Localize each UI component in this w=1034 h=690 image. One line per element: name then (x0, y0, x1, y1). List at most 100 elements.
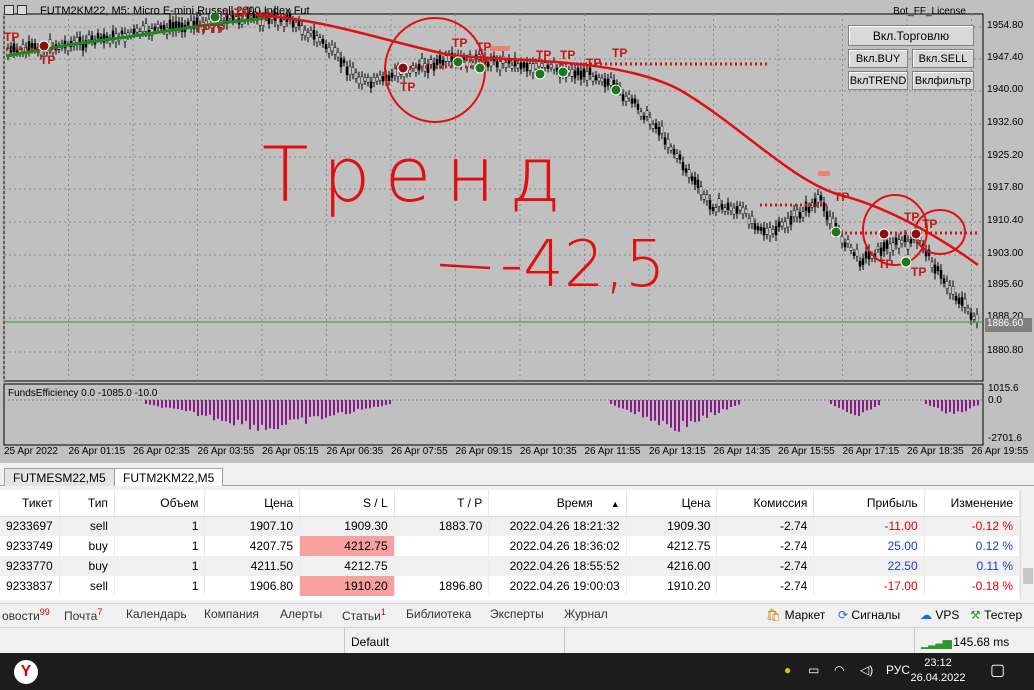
toolbox-tab[interactable]: Журнал (564, 607, 608, 621)
indicator-bar (866, 400, 868, 411)
candle-body (657, 126, 661, 136)
indicator-bar (245, 400, 247, 421)
candle-body (690, 176, 694, 181)
filter-toggle-button[interactable]: Вклфильтр (912, 71, 974, 90)
cell-sl: 4212.75 (299, 556, 395, 576)
chart-tab-futmesm22[interactable]: FUTMESM22,M5 (4, 468, 115, 486)
tray-app-icon[interactable]: ● (784, 663, 791, 677)
col-type[interactable]: Тип (59, 490, 115, 517)
cell-volume: 1 (114, 516, 206, 536)
tab-badge: 99 (39, 607, 50, 617)
candle-body (303, 29, 307, 36)
scrollbar-thumb[interactable] (1023, 568, 1033, 584)
os-taskbar: Y ● ▭ ◠ ◁) РУС 23:12 26.04.2022 ▢ (0, 653, 1034, 690)
volume-icon[interactable]: ◁) (860, 663, 873, 677)
toolbox-tab[interactable]: Библиотека (406, 607, 471, 621)
toolbox-tab[interactable]: Эксперты (490, 607, 544, 621)
candle-body (345, 66, 349, 76)
vps-tab[interactable]: ☁ VPS (920, 608, 959, 622)
table-row[interactable]: 9233837 sell 1 1906.80 1910.20 1896.80 2022.04… (0, 576, 1021, 596)
indicator-bar (149, 400, 151, 405)
toolbox-tab[interactable]: овости99 (2, 607, 50, 623)
toolbox-tab[interactable]: Календарь (126, 607, 187, 621)
network-icon[interactable]: ◠ (834, 663, 844, 677)
buy-toggle-button[interactable]: Вкл.BUY (848, 49, 908, 68)
indicator-bar (862, 400, 864, 413)
battery-icon[interactable]: ▭ (808, 663, 819, 677)
table-header-row: Тикет Тип Объем Цена S / L T / P Время ▲ … (0, 490, 1021, 517)
toolbox-tab[interactable]: Статьи1 (342, 607, 386, 623)
col-volume[interactable]: Объем (114, 490, 206, 517)
candle-body (759, 226, 763, 231)
col-profit[interactable]: Прибыль (813, 490, 925, 517)
profile-name: Default (344, 628, 564, 654)
candle-body (750, 215, 754, 224)
status-bar: Default ▁▂▃▅ 145.68 ms (0, 627, 1034, 654)
indicator-bar (169, 400, 171, 408)
candle-body (903, 235, 907, 243)
trade-toggle-button[interactable]: Вкл.Торговлю (848, 25, 974, 46)
candle-body (939, 269, 943, 279)
chart-window[interactable]: FUTM2KM22, M5: Micro E-mini Russell 2000… (0, 0, 1034, 463)
candle-body (315, 35, 319, 43)
candle-body (177, 21, 181, 29)
clock-time: 23:12 (924, 657, 952, 669)
col-price[interactable]: Цена (204, 490, 301, 517)
col-ticket[interactable]: Тикет (0, 490, 60, 517)
candle-body (369, 81, 373, 89)
indicator-axis-top: 1015.6 (988, 383, 1019, 394)
cell-type: sell (59, 516, 115, 536)
indicator-bar (714, 400, 716, 416)
yandex-browser-icon[interactable]: Y (14, 660, 38, 684)
cell-change: 0.12 % (924, 536, 1021, 556)
indicator-bar (161, 400, 163, 408)
candle-body (840, 236, 844, 244)
tester-tab[interactable]: ⚒ Тестер (970, 608, 1022, 622)
toolbox-tab[interactable]: Компания (204, 607, 259, 621)
indicator-bar (177, 400, 179, 410)
connection-status[interactable]: ▁▂▃▅ 145.68 ms (914, 628, 1034, 654)
taskbar-clock[interactable]: 23:12 26.04.2022 (906, 656, 970, 686)
candle-body (627, 94, 631, 99)
trend-toggle-button[interactable]: ВклTREND (848, 71, 908, 90)
table-row[interactable]: 9233770 buy 1 4211.50 4212.75 2022.04.26 18:5… (0, 556, 1021, 576)
col-commission[interactable]: Комиссия (716, 490, 815, 517)
col-change[interactable]: Изменение (924, 490, 1021, 517)
toolbox-tab[interactable]: Почта7 (64, 607, 102, 623)
chart-tab-futm2km22[interactable]: FUTM2KM22,M5 (114, 468, 224, 486)
indicator-bar (209, 400, 211, 415)
price-tick-label: 1925.20 (987, 150, 1024, 161)
candle-body (363, 77, 367, 82)
candle-body (888, 243, 892, 253)
table-row[interactable]: 9233697 sell 1 1907.10 1909.30 1883.70 2022.04… (0, 516, 1021, 536)
col-tp[interactable]: T / P (394, 490, 490, 517)
indicator-bar (237, 400, 239, 420)
candle-body (306, 32, 310, 38)
candle-body (894, 237, 898, 245)
sell-toggle-button[interactable]: Вкл.SELL (912, 49, 974, 68)
toolbox-tab-label: Алерты (280, 607, 323, 621)
market-label: Маркет (784, 608, 826, 622)
table-scrollbar[interactable] (1020, 490, 1034, 600)
indicator-bar (610, 400, 612, 404)
cell-commission: -2.74 (716, 576, 815, 596)
market-tab[interactable]: 🛍 Маркет (766, 608, 825, 622)
candle-body (864, 251, 868, 259)
candle-body (420, 58, 424, 67)
candle-body (381, 75, 385, 82)
col-current-price[interactable]: Цена (626, 490, 718, 517)
candle-body (594, 75, 598, 81)
table-row[interactable]: 9233749 buy 1 4207.75 4212.75 2022.04.26 18:3… (0, 536, 1021, 556)
toolbox-tab[interactable]: Алерты (280, 607, 322, 621)
indicator-bar (690, 400, 692, 422)
indicator-bar (718, 400, 720, 414)
col-sl[interactable]: S / L (299, 490, 395, 517)
candle-body (909, 239, 913, 244)
col-time[interactable]: Время ▲ (488, 490, 627, 517)
cell-price: 1907.10 (204, 516, 301, 536)
candle-body (603, 78, 607, 87)
notifications-icon[interactable]: ▢ (990, 660, 1005, 680)
signals-tab[interactable]: ⟳ Сигналы (838, 608, 900, 622)
candle-body (333, 47, 337, 55)
indicator-bar (229, 400, 231, 424)
